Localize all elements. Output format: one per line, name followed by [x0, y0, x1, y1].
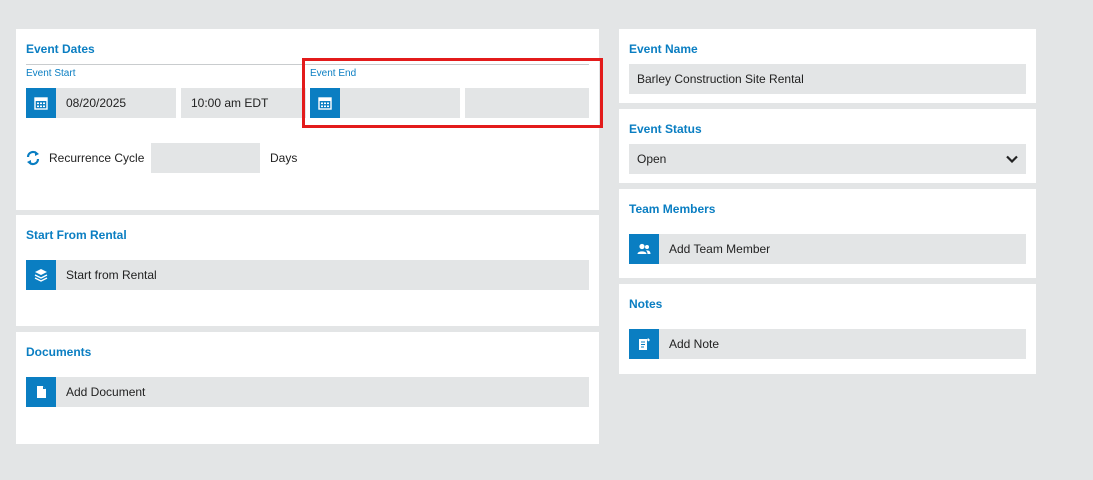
- event-end-highlight: [302, 58, 603, 128]
- users-icon: [637, 243, 651, 254]
- add-document-button[interactable]: Add Document: [56, 377, 589, 407]
- layers-icon: [34, 269, 48, 282]
- notes-title: Notes: [629, 297, 663, 311]
- chevron-down-icon: [1006, 155, 1018, 163]
- recurrence-cycle-label: Recurrence Cycle: [49, 151, 145, 165]
- event-status-title: Event Status: [629, 122, 702, 136]
- event-name-card: Event Name Barley Construction Site Rent…: [619, 29, 1036, 103]
- event-name-title: Event Name: [629, 42, 698, 56]
- recurrence-cycle-input[interactable]: [151, 143, 260, 173]
- start-from-rental-card: Start From Rental Start from Rental: [16, 215, 599, 326]
- documents-card: Documents Add Document: [16, 332, 599, 444]
- recurrence-icon[interactable]: [26, 150, 40, 166]
- start-from-rental-title: Start From Rental: [26, 228, 127, 242]
- event-start-calendar-button[interactable]: [26, 88, 56, 118]
- calendar-icon: [34, 97, 48, 110]
- add-team-member-button[interactable]: Add Team Member: [659, 234, 1026, 264]
- event-start-date-field[interactable]: 08/20/2025: [56, 88, 176, 118]
- event-status-card: Event Status Open: [619, 109, 1036, 183]
- notes-card: Notes Add Note: [619, 284, 1036, 374]
- event-start-label: Event Start: [26, 68, 76, 79]
- add-team-member-icon-button[interactable]: [629, 234, 659, 264]
- event-dates-title: Event Dates: [26, 42, 95, 56]
- event-status-select[interactable]: Open: [629, 144, 1026, 174]
- add-note-button[interactable]: Add Note: [659, 329, 1026, 359]
- documents-title: Documents: [26, 345, 92, 359]
- add-document-icon-button[interactable]: [26, 377, 56, 407]
- team-members-title: Team Members: [629, 202, 716, 216]
- team-members-card: Team Members Add Team Member: [619, 189, 1036, 278]
- start-from-rental-icon-button[interactable]: [26, 260, 56, 290]
- add-note-icon-button[interactable]: [629, 329, 659, 359]
- recurrence-unit-label: Days: [270, 151, 298, 165]
- start-from-rental-button[interactable]: Start from Rental: [56, 260, 589, 290]
- document-icon: [37, 386, 46, 398]
- event-start-time-field[interactable]: 10:00 am EDT: [181, 88, 306, 118]
- event-status-value: Open: [637, 152, 667, 166]
- event-name-input[interactable]: Barley Construction Site Rental: [629, 64, 1026, 94]
- note-icon: [639, 338, 650, 350]
